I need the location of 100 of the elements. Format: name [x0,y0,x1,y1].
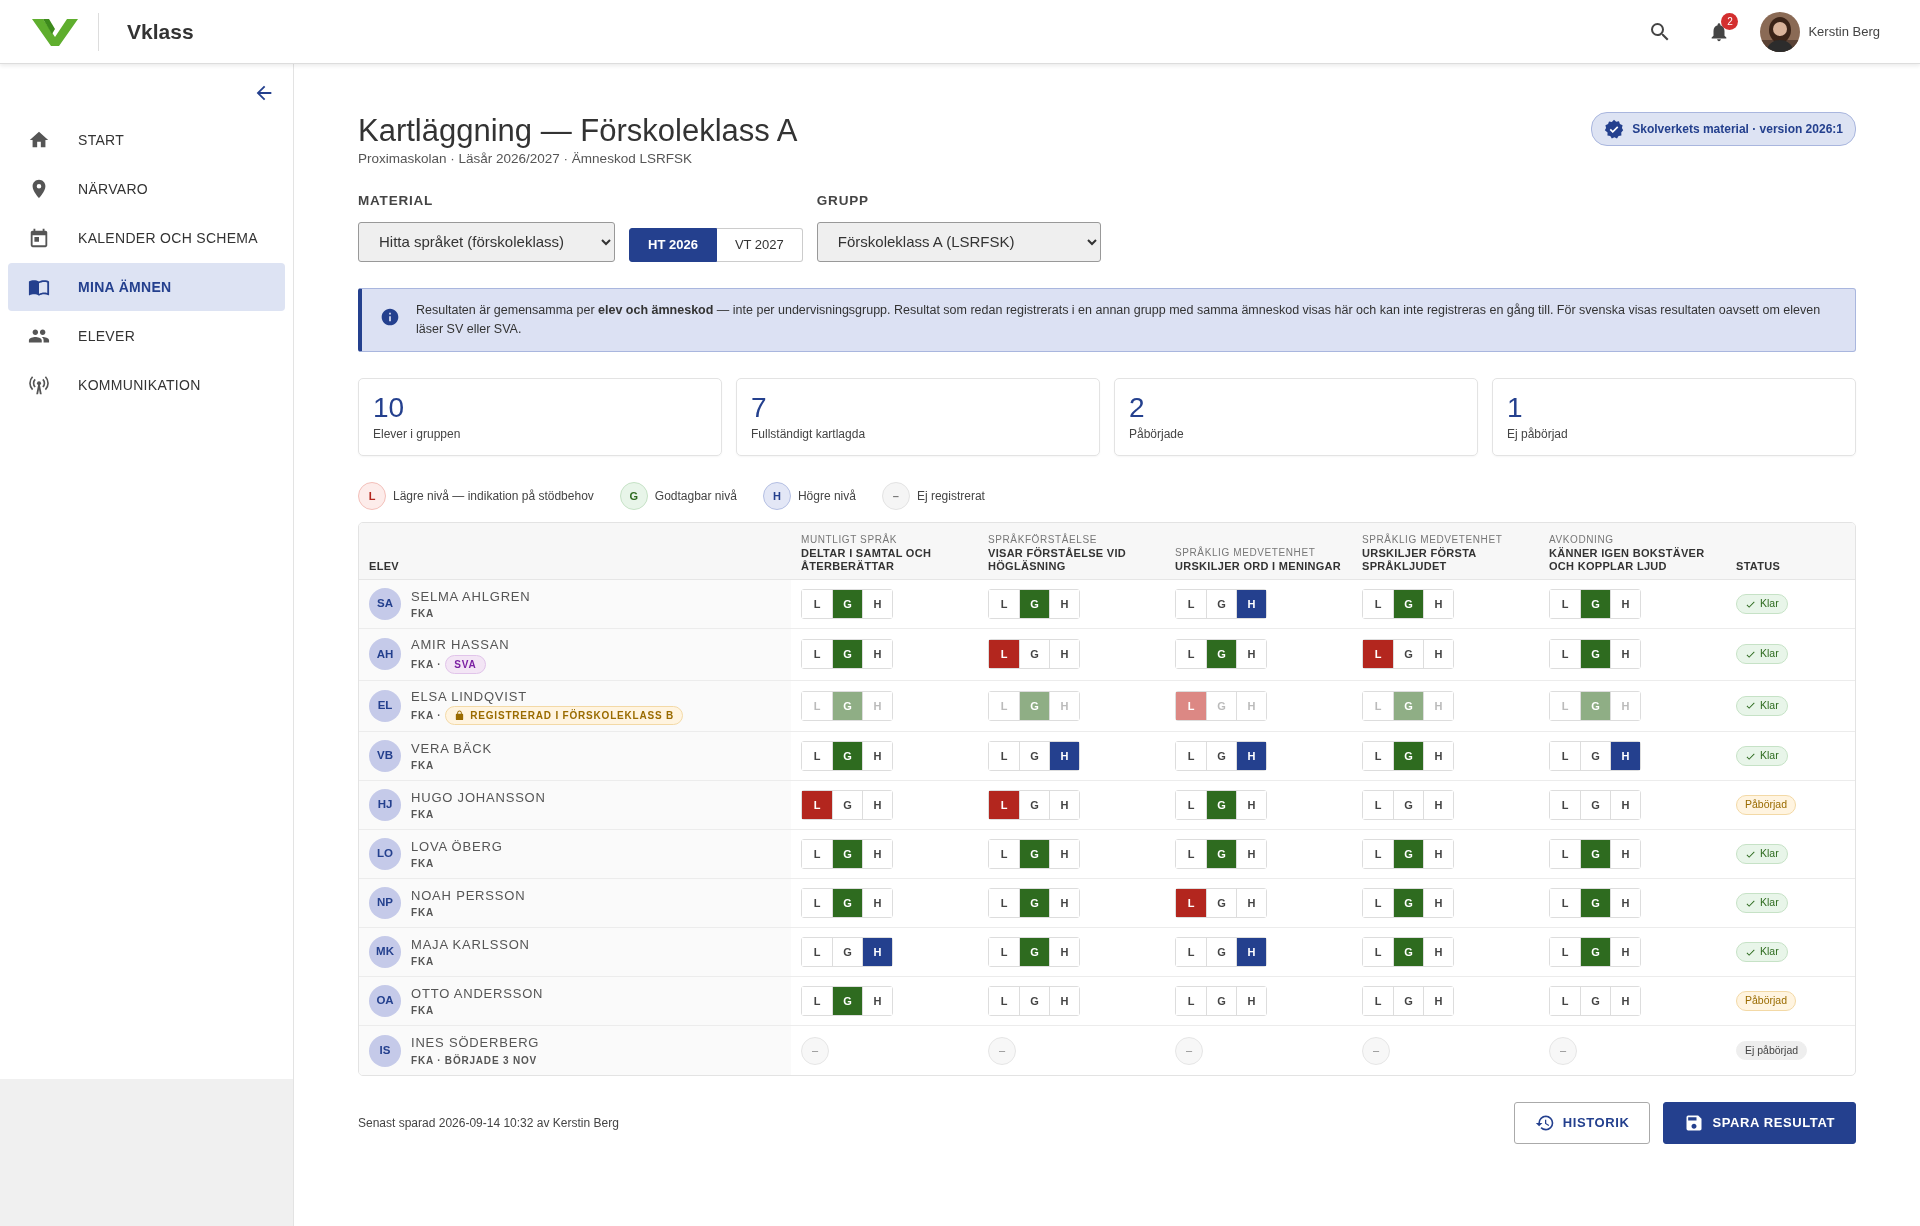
column-category: SPRÅKFÖRSTÅELSE [988,532,1099,547]
grade-button[interactable]: H [1423,987,1453,1016]
grade-button[interactable]: G [1393,889,1423,918]
grade-button[interactable]: H [1236,640,1266,669]
legend-symbol: H [762,482,791,511]
status-badge: Klar [1736,644,1788,665]
calendar-icon [28,227,50,249]
grade-button[interactable]: H [1049,938,1079,967]
grade-button[interactable]: H [1610,840,1640,869]
grade-button[interactable]: G [1393,840,1423,869]
grade-button[interactable]: G [1393,742,1423,771]
term-tab[interactable]: VT 2027 [716,227,803,262]
grade-button[interactable]: H [1610,938,1640,967]
sidebar-item[interactable]: MINA ÄMNEN [8,263,285,311]
grade-button[interactable]: G [1206,840,1236,869]
sidebar-item[interactable]: KOMMUNIKATION [8,361,285,409]
page-subtitle: Proximaskolan · Läsår 2026/2027 · Ämneskod LSRFSK [358,150,693,169]
grade-button[interactable]: G [832,590,862,619]
sidebar-item[interactable]: ELEVER [8,312,285,360]
grade-button[interactable]: G [1393,590,1423,619]
grade-button[interactable]: H [1049,640,1079,669]
grade-button[interactable]: H [1610,742,1640,771]
student-avatar: AH [369,638,401,671]
grade-button[interactable]: G [1580,590,1610,619]
antenna-icon [28,374,50,396]
grade-button[interactable]: L [1176,889,1206,918]
grade-button[interactable]: H [862,889,892,918]
stat-label: Påbörjade [1129,426,1185,444]
grade-button[interactable]: H [1049,987,1079,1016]
term-tab[interactable]: HT 2026 [629,227,717,262]
grade-button[interactable]: G [1019,938,1049,967]
grade-button[interactable]: H [1236,791,1266,820]
legend-label: Ej registrerat [916,488,985,506]
notifications-button[interactable]: 2 [1702,14,1737,49]
grade-button[interactable]: H [1236,742,1266,771]
grade-button[interactable]: G [832,987,862,1016]
column-category: AVKODNING [1549,532,1615,547]
grade-button[interactable]: H [1423,889,1453,918]
grade-button[interactable]: H [1423,840,1453,869]
save-button[interactable]: SPARA RESULTAT [1663,1102,1856,1145]
grade-button[interactable]: H [1236,590,1266,619]
student-avatar: OA [369,985,401,1018]
student-avatar: SA [369,588,401,621]
grade-button[interactable]: H [1049,840,1079,869]
grade-button[interactable]: G [1206,640,1236,669]
grade-button[interactable]: L [1363,640,1393,669]
grade-button[interactable]: H [1236,840,1266,869]
grade-button[interactable]: G [832,840,862,869]
grade-button[interactable]: H [1049,889,1079,918]
grade-button[interactable]: H [862,742,892,771]
status-badge: Klar [1736,695,1788,716]
grade-button[interactable]: H [1423,590,1453,619]
grade-button[interactable]: G [832,742,862,771]
grade-button[interactable]: H [1610,889,1640,918]
grade-button[interactable]: H [1423,938,1453,967]
grade-button[interactable]: G [1019,840,1049,869]
grade-button[interactable]: H [1049,742,1079,771]
grade-button[interactable]: H [1049,590,1079,619]
grade-button[interactable]: G [1019,590,1049,619]
grade-button[interactable]: G [832,640,862,669]
grade-button[interactable]: G [832,889,862,918]
sidebar-item[interactable]: NÄRVARO [8,165,285,213]
grade-button[interactable]: G [1580,640,1610,669]
grade-button[interactable]: L [802,791,832,820]
grade-button[interactable]: L [989,640,1019,669]
stat-label: Elever i gruppen [373,426,462,444]
material-select[interactable]: Hitta språket (förskoleklass) [358,221,615,262]
grade-button[interactable]: H [1610,791,1640,820]
grade-button[interactable]: H [1236,987,1266,1016]
grade-button[interactable]: L [989,791,1019,820]
grade-button[interactable]: H [1236,889,1266,918]
grade-button[interactable]: H [1610,590,1640,619]
grade-button[interactable]: H [1610,640,1640,669]
grade-button[interactable]: H [1423,791,1453,820]
grade-button[interactable]: H [862,590,892,619]
sidebar-item[interactable]: KALENDER OCH SCHEMA [8,214,285,262]
grade-button[interactable]: H [862,840,892,869]
user-name[interactable]: Kerstin Berg [1808,21,1880,42]
grade-button[interactable]: H [1423,742,1453,771]
grade-button[interactable]: G [1580,889,1610,918]
history-button[interactable]: HISTORIK [1513,1102,1651,1145]
legend-symbol: G [619,482,648,511]
grade-button[interactable]: H [862,987,892,1016]
grade-button[interactable]: H [1236,938,1266,967]
grade-button[interactable]: G [1019,889,1049,918]
grade-button[interactable]: G [1580,938,1610,967]
grade-button[interactable]: H [1049,791,1079,820]
grade-button[interactable]: H [1423,640,1453,669]
grade-button[interactable]: H [862,791,892,820]
student-class: FKA · [411,657,442,672]
grade-button[interactable]: H [862,640,892,669]
status-badge: Ej påbörjad [1736,1040,1808,1061]
grade-button[interactable]: G [1580,840,1610,869]
grade-button[interactable]: H [862,938,892,967]
group-select[interactable]: Förskoleklass A (LSRFSK) [816,221,1101,262]
grade-button[interactable]: G [1393,938,1423,967]
grade-button[interactable]: H [1610,987,1640,1016]
grade-button[interactable]: G [1206,791,1236,820]
sidebar-item[interactable]: START [8,116,285,164]
student-class: FKA [411,955,434,970]
